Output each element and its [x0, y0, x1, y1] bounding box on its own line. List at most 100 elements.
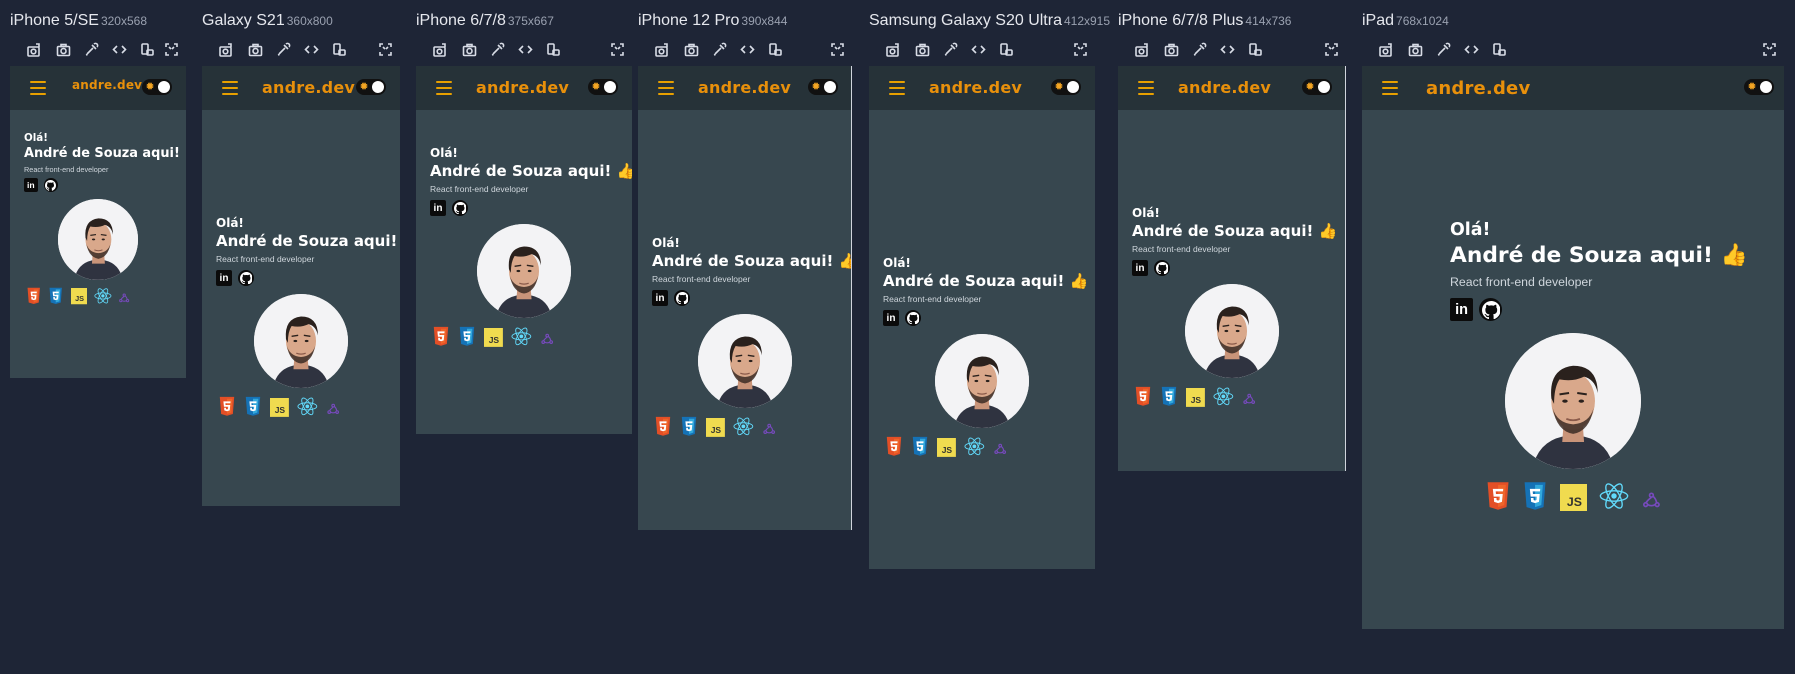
theme-toggle[interactable]: ✹ [1302, 79, 1332, 95]
camera-icon[interactable] [246, 40, 264, 58]
fullscreen-icon[interactable] [608, 40, 626, 58]
theme-toggle[interactable]: ✹ [1744, 79, 1774, 95]
device-header: Galaxy S21 360x800 [202, 12, 333, 30]
github-icon[interactable] [905, 310, 921, 326]
capture-icon[interactable] [216, 40, 234, 58]
eyedropper-icon[interactable] [1190, 40, 1208, 58]
linkedin-icon[interactable]: in [24, 178, 38, 193]
github-icon[interactable] [1154, 260, 1170, 276]
hamburger-menu-icon[interactable] [222, 81, 238, 95]
github-icon[interactable] [674, 290, 690, 306]
capture-icon[interactable] [883, 40, 901, 58]
eyedropper-icon[interactable] [488, 40, 506, 58]
fullscreen-icon[interactable] [1322, 40, 1340, 58]
linkedin-icon[interactable]: in [1132, 260, 1148, 276]
rotate-icon[interactable] [1246, 40, 1264, 58]
capture-icon[interactable] [652, 40, 670, 58]
hero-name: André de Souza aqui! 👍 [216, 232, 400, 250]
capture-icon[interactable] [1376, 40, 1394, 58]
react-icon [733, 416, 754, 437]
fullscreen-icon[interactable] [1071, 40, 1089, 58]
device-header: Samsung Galaxy S20 Ultra 412x915 [869, 12, 1110, 30]
social-links: in [1450, 298, 1503, 322]
rotate-icon[interactable] [997, 40, 1015, 58]
rotate-icon[interactable] [1490, 40, 1508, 58]
site-brand[interactable]: andre.dev [262, 78, 355, 97]
site-brand[interactable]: andre.dev [1426, 78, 1530, 99]
hamburger-menu-icon[interactable] [1382, 81, 1398, 95]
theme-toggle[interactable]: ✹ [588, 79, 618, 95]
code-icon[interactable] [516, 40, 534, 58]
capture-icon[interactable] [430, 40, 448, 58]
theme-toggle[interactable]: ✹ [1051, 79, 1081, 95]
camera-icon[interactable] [682, 40, 700, 58]
linkedin-icon[interactable]: in [430, 200, 446, 216]
hamburger-menu-icon[interactable] [658, 81, 674, 95]
hamburger-menu-icon[interactable] [30, 81, 46, 95]
rotate-icon[interactable] [138, 40, 156, 58]
github-icon[interactable] [452, 200, 468, 216]
fullscreen-icon[interactable] [376, 40, 394, 58]
device-preview: Samsung Galaxy S20 Ultra 412x915 andre.dev… [869, 0, 1110, 640]
site-brand[interactable]: andre.dev [698, 78, 791, 97]
device-preview: iPhone 6/7/8 Plus 414x736 andre.dev ✹ Olá! An… [1118, 0, 1346, 640]
hamburger-menu-icon[interactable] [436, 81, 452, 95]
device-header: iPad 768x1024 [1362, 12, 1449, 30]
rotate-icon[interactable] [766, 40, 784, 58]
linkedin-icon[interactable]: in [216, 270, 232, 286]
linkedin-icon[interactable]: in [883, 310, 899, 326]
device-size: 360x800 [286, 14, 333, 28]
html5-icon [432, 326, 450, 347]
camera-icon[interactable] [54, 40, 72, 58]
redux-icon [326, 402, 340, 416]
camera-icon[interactable] [1406, 40, 1424, 58]
react-icon [511, 326, 532, 347]
site-brand[interactable]: andre.dev [929, 78, 1022, 97]
rotate-icon[interactable] [330, 40, 348, 58]
eyedropper-icon[interactable] [274, 40, 292, 58]
code-icon[interactable] [1218, 40, 1236, 58]
site-brand[interactable]: andre.dev [476, 78, 569, 97]
toggle-knob [1760, 81, 1772, 93]
profile-photo [254, 294, 348, 388]
tech-stack: JS [1450, 481, 1696, 511]
linkedin-icon[interactable]: in [1450, 298, 1474, 322]
camera-icon[interactable] [913, 40, 931, 58]
eyedropper-icon[interactable] [941, 40, 959, 58]
code-icon[interactable] [738, 40, 756, 58]
site-brand[interactable]: andre.dev [1178, 78, 1271, 97]
github-icon[interactable] [1479, 298, 1503, 322]
code-icon[interactable] [1462, 40, 1480, 58]
code-icon[interactable] [969, 40, 987, 58]
site-brand[interactable]: andre.dev [72, 78, 142, 92]
site-header: andre.dev ✹ [869, 66, 1095, 110]
eyedropper-icon[interactable] [710, 40, 728, 58]
capture-icon[interactable] [24, 40, 42, 58]
redux-icon [1641, 490, 1662, 511]
device-screen: andre.dev ✹ Olá! André de Souza aqui! 👍 Reac… [638, 66, 852, 530]
github-icon[interactable] [43, 178, 58, 193]
code-icon[interactable] [302, 40, 320, 58]
capture-icon[interactable] [1132, 40, 1150, 58]
site-header: andre.dev ✹ [416, 66, 632, 110]
fullscreen-icon[interactable] [162, 40, 180, 58]
fullscreen-icon[interactable] [1760, 40, 1778, 58]
profile-photo [57, 199, 139, 280]
device-size: 390x844 [741, 14, 788, 28]
linkedin-icon[interactable]: in [652, 290, 668, 306]
fullscreen-icon[interactable] [828, 40, 846, 58]
hamburger-menu-icon[interactable] [1138, 81, 1154, 95]
camera-icon[interactable] [1162, 40, 1180, 58]
rotate-icon[interactable] [544, 40, 562, 58]
code-icon[interactable] [110, 40, 128, 58]
theme-toggle[interactable]: ✹ [356, 79, 386, 95]
eyedropper-icon[interactable] [1434, 40, 1452, 58]
camera-icon[interactable] [460, 40, 478, 58]
hamburger-menu-icon[interactable] [889, 81, 905, 95]
theme-toggle[interactable]: ✹ [808, 79, 838, 95]
profile-photo [1504, 333, 1642, 470]
eyedropper-icon[interactable] [82, 40, 100, 58]
github-icon[interactable] [238, 270, 254, 286]
device-toolbar [642, 40, 856, 58]
theme-toggle[interactable]: ✹ [142, 79, 172, 95]
